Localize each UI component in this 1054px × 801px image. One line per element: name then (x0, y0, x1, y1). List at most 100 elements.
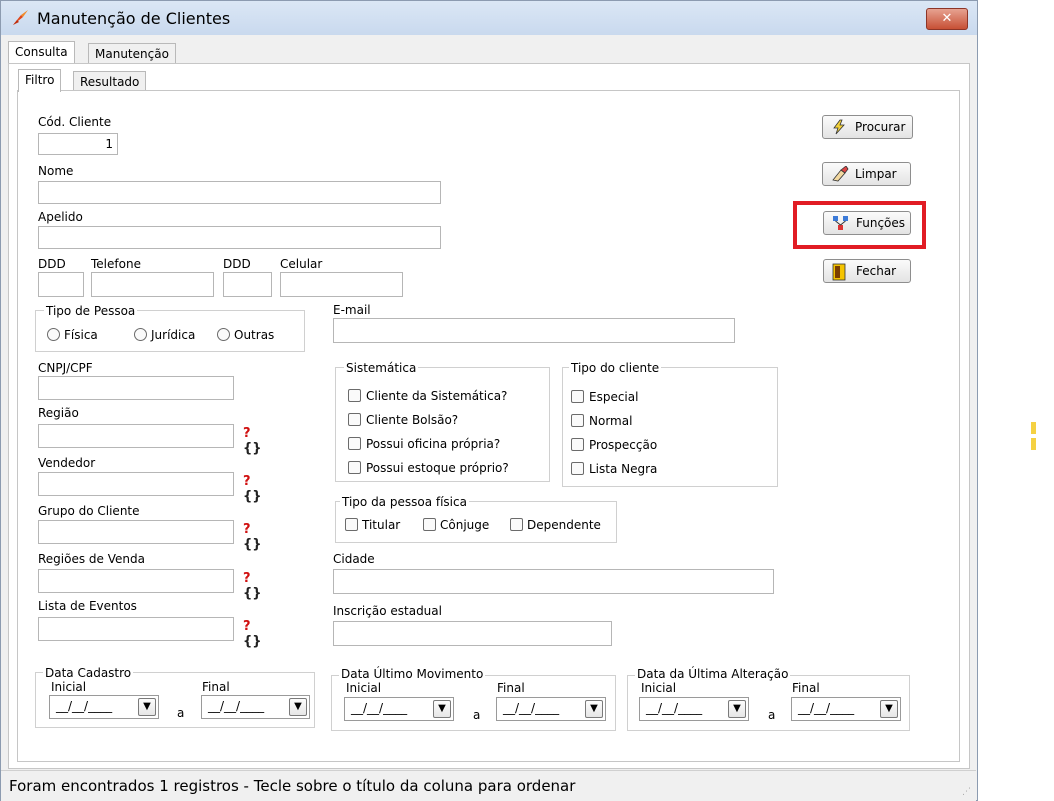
chk-estoque-proprio[interactable] (348, 461, 361, 474)
chk-especial[interactable] (571, 390, 584, 403)
limpar-button[interactable]: Limpar (822, 162, 911, 186)
chk-lista-negra[interactable] (571, 462, 584, 475)
data-alteracao-inicial[interactable]: __/__/____ ▼ (639, 697, 749, 721)
calendar-dropdown-icon[interactable]: ▼ (728, 700, 746, 718)
lookup-q: ? (243, 426, 251, 441)
celular-field[interactable] (280, 272, 403, 297)
data-cadastro-title: Data Cadastro (43, 666, 134, 680)
grupo-field[interactable] (38, 520, 234, 544)
tab-manutencao[interactable]: Manutenção (88, 43, 176, 63)
chk-cliente-sistematica[interactable] (348, 389, 361, 402)
apelido-field[interactable] (38, 226, 441, 249)
data-cadastro-inicial[interactable]: __/__/____ ▼ (49, 695, 159, 719)
final-label: Final (497, 681, 525, 695)
lista-negra-label: Lista Negra (589, 462, 658, 476)
data-movimento-final[interactable]: __/__/____ ▼ (496, 697, 606, 721)
cnpj-field[interactable] (38, 376, 234, 400)
ddd-celular-label: DDD (223, 257, 251, 271)
cidade-label: Cidade (333, 552, 375, 566)
regiao-lookup-icon[interactable]: ?{} (243, 426, 263, 456)
calendar-dropdown-icon[interactable]: ▼ (138, 698, 156, 716)
funcoes-highlight-box (793, 201, 926, 249)
juridica-label: Jurídica (151, 328, 196, 342)
cidade-field[interactable] (333, 569, 774, 594)
final-label: Final (792, 681, 820, 695)
especial-label: Especial (589, 390, 639, 404)
tipo-pf-title: Tipo da pessoa física (340, 495, 469, 509)
range-separator: a (473, 708, 481, 722)
range-separator: a (768, 708, 776, 722)
ddd-field[interactable] (38, 272, 84, 297)
calendar-dropdown-icon[interactable]: ▼ (433, 700, 451, 718)
calendar-dropdown-icon[interactable]: ▼ (585, 700, 603, 718)
telefone-field[interactable] (91, 272, 214, 297)
lookup-q: ? (243, 571, 251, 586)
radio-juridica[interactable] (134, 328, 147, 341)
status-text: Foram encontrados 1 registros - Tecle so… (9, 777, 576, 795)
vendedor-lookup-icon[interactable]: ?{} (243, 474, 263, 504)
cod-cliente-field[interactable]: 1 (38, 133, 118, 155)
chk-conjuge[interactable] (423, 518, 436, 531)
date-text: __/__/____ (56, 699, 113, 713)
final-label: Final (202, 680, 230, 694)
data-movimento-inicial[interactable]: __/__/____ ▼ (344, 697, 454, 721)
vendedor-label: Vendedor (38, 456, 96, 470)
lista-eventos-lookup-icon[interactable]: ?{} (243, 619, 263, 649)
calendar-dropdown-icon[interactable]: ▼ (289, 698, 307, 716)
tab-label: Manutenção (95, 47, 169, 61)
date-text: __/__/____ (646, 701, 703, 715)
door-exit-icon (832, 263, 846, 284)
chk-oficina-propria[interactable] (348, 437, 361, 450)
tab-filtro[interactable]: Filtro (18, 69, 62, 92)
telefone-label: Telefone (91, 257, 141, 271)
cnpj-label: CNPJ/CPF (38, 361, 93, 375)
radio-outras[interactable] (217, 328, 230, 341)
resize-grip-icon[interactable]: ⋰ (962, 787, 972, 797)
tipo-pessoa-title: Tipo de Pessoa (44, 304, 138, 318)
chk-prospeccao[interactable] (571, 438, 584, 451)
tipo-cliente-title: Tipo do cliente (569, 361, 662, 375)
regiao-label: Região (38, 406, 79, 420)
inicial-label: Inicial (641, 681, 677, 695)
status-bar: Foram encontrados 1 registros - Tecle so… (1, 770, 976, 801)
tab-resultado[interactable]: Resultado (73, 71, 147, 92)
inscricao-field[interactable] (333, 621, 612, 646)
data-alteracao-final[interactable]: __/__/____ ▼ (791, 697, 901, 721)
celular-label: Celular (280, 257, 323, 271)
tab-label: Filtro (25, 73, 55, 87)
nome-field[interactable] (38, 181, 441, 204)
procurar-button[interactable]: Procurar (822, 115, 913, 139)
chk-titular[interactable] (345, 518, 358, 531)
chk-normal[interactable] (571, 414, 584, 427)
regioes-venda-lookup-icon[interactable]: ?{} (243, 571, 263, 601)
fisica-label: Física (64, 328, 98, 342)
regiao-field[interactable] (38, 424, 234, 448)
lookup-brace: {} (243, 441, 262, 456)
radio-fisica[interactable] (47, 328, 60, 341)
calendar-dropdown-icon[interactable]: ▼ (880, 700, 898, 718)
close-button[interactable]: ✕ (926, 8, 968, 30)
grupo-lookup-icon[interactable]: ?{} (243, 522, 263, 552)
limpar-label: Limpar (855, 167, 897, 181)
regioes-venda-field[interactable] (38, 569, 234, 593)
tab-label: Resultado (80, 75, 140, 89)
sistematica-title: Sistemática (344, 361, 419, 375)
tab-consulta[interactable]: Consulta (8, 41, 75, 63)
ddd-celular-field[interactable] (223, 272, 272, 297)
data-ultima-alteracao-title: Data da Última Alteração (635, 667, 791, 681)
lista-eventos-field[interactable] (38, 617, 234, 641)
inicial-label: Inicial (51, 680, 87, 694)
vendedor-field[interactable] (38, 472, 234, 496)
title-bar[interactable]: Manutenção de Clientes ✕ (1, 1, 977, 35)
data-cadastro-final[interactable]: __/__/____ ▼ (201, 695, 310, 719)
date-text: __/__/____ (503, 701, 560, 715)
fechar-label: Fechar (856, 264, 897, 278)
estoque-proprio-label: Possui estoque próprio? (366, 461, 509, 475)
procurar-label: Procurar (855, 120, 906, 134)
cliente-sistematica-label: Cliente da Sistemática? (366, 389, 508, 403)
chk-dependente[interactable] (510, 518, 523, 531)
email-field[interactable] (333, 318, 735, 343)
chk-cliente-bolsao[interactable] (348, 413, 361, 426)
fechar-button[interactable]: Fechar (823, 259, 911, 283)
range-separator: a (177, 706, 185, 720)
